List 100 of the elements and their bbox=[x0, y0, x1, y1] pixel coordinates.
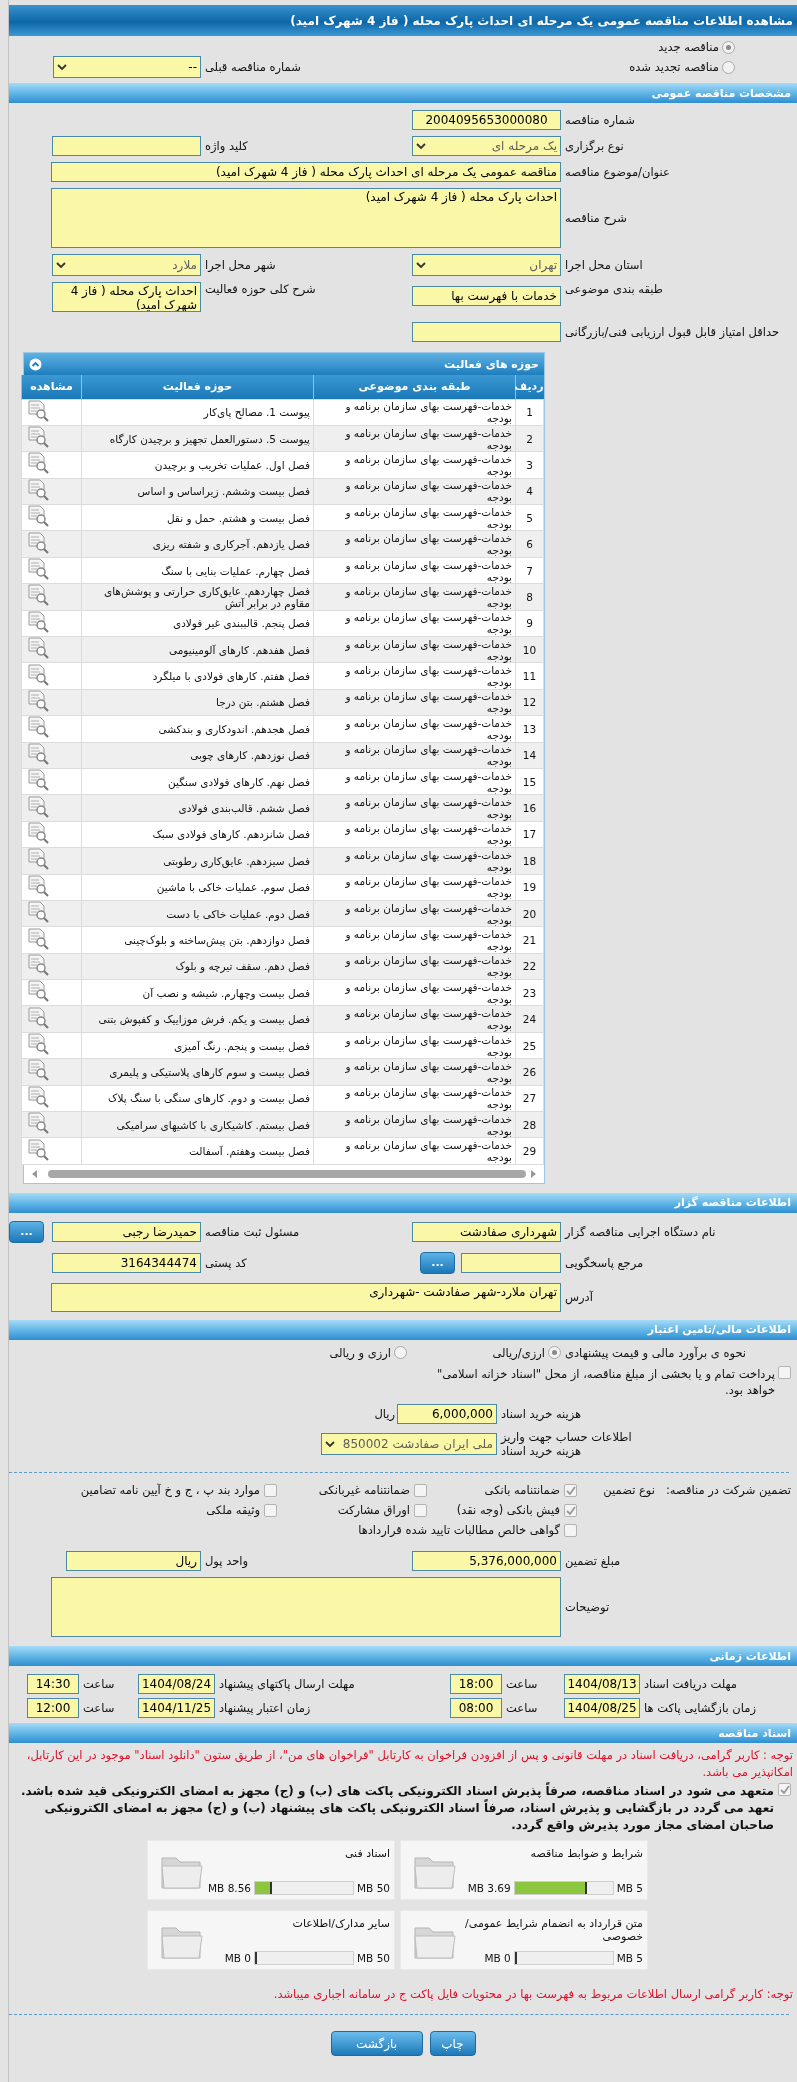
radio-button[interactable] bbox=[722, 40, 735, 54]
checkbox[interactable] bbox=[264, 1483, 277, 1497]
previous-tender-select[interactable]: -- bbox=[53, 56, 201, 78]
table-cell: فصل هشتم. بتن درجا bbox=[81, 689, 314, 716]
postal-code-field[interactable]: 3164344474 bbox=[52, 1252, 201, 1273]
checkbox[interactable] bbox=[778, 1783, 791, 1797]
document-search-icon[interactable] bbox=[26, 927, 50, 950]
field-label: تضمین شرکت در مناقصه: bbox=[665, 1483, 792, 1497]
registrar-field[interactable]: حمیدرضا رجبی bbox=[52, 1221, 201, 1242]
panel-title: حوزه های فعالیت bbox=[444, 357, 539, 371]
document-search-icon[interactable] bbox=[26, 821, 50, 844]
subject-field[interactable]: مناقصه عمومی یک مرحله ای احداث پارک محله ( فاز 4 شهرک امید) bbox=[51, 162, 561, 182]
guarantee-amount-field[interactable]: 5,376,000,000 bbox=[412, 1551, 561, 1571]
table-cell: فصل دوازدهم. بتن پیش‌ساخته و بلوک‌چینی bbox=[81, 926, 314, 954]
document-search-icon[interactable] bbox=[26, 1085, 50, 1108]
section-header: اسناد مناقصه bbox=[9, 1723, 797, 1743]
document-search-icon[interactable] bbox=[26, 795, 50, 818]
document-search-icon[interactable] bbox=[26, 637, 50, 660]
document-search-icon[interactable] bbox=[26, 769, 50, 792]
document-search-icon[interactable] bbox=[26, 690, 50, 712]
document-search-icon[interactable] bbox=[26, 426, 50, 449]
document-search-icon[interactable] bbox=[26, 399, 50, 422]
document-search-icon[interactable] bbox=[26, 1033, 50, 1056]
field-label: طبقه بندی موضوعی bbox=[564, 282, 664, 296]
date-field[interactable]: 1404/08/24 bbox=[138, 1674, 215, 1694]
table-cell: فصل بیست و هشتم. حمل و نقل bbox=[81, 504, 314, 531]
document-search-icon[interactable] bbox=[26, 1112, 50, 1135]
document-fee-field[interactable]: 6,000,000 bbox=[397, 1404, 497, 1424]
table-cell: 29 bbox=[515, 1137, 544, 1165]
time-field[interactable]: 12:00 bbox=[27, 1698, 79, 1718]
document-search-icon[interactable] bbox=[26, 663, 50, 686]
table-cell: فصل بیست و دوم. کارهای سنگی با سنگ پلاک bbox=[81, 1085, 314, 1112]
notice-text: توجه : کاربر گرامی، دریافت اسناد در مهلت قانونی و پس از افزودن فراخوان به کارتابل "فراخوان های من"، از طریق ستون "دانلود اسناد" موجود در این کارتابل، امکانپذیر می باشد. bbox=[25, 1747, 794, 1781]
radio-label: ارزی و ریالی bbox=[329, 1345, 391, 1360]
organization-field[interactable]: شهرداری صفادشت bbox=[412, 1221, 561, 1242]
radio-button[interactable] bbox=[394, 1346, 407, 1360]
document-search-icon[interactable] bbox=[26, 531, 50, 554]
page-title: مشاهده اطلاعات مناقصه عمومی یک مرحله ای احداث پارک محله ( فاز 4 شهرک امید) bbox=[9, 5, 797, 36]
size-limit: 50 MB bbox=[357, 1881, 390, 1894]
checkbox[interactable] bbox=[264, 1503, 277, 1517]
document-search-icon[interactable] bbox=[26, 505, 50, 528]
document-search-icon[interactable] bbox=[26, 901, 50, 924]
document-search-icon[interactable] bbox=[26, 584, 50, 607]
field-label: اطلاعات حساب جهت واریز هزینه خرید اسناد bbox=[499, 1430, 633, 1458]
chevron-down-icon bbox=[416, 142, 426, 150]
document-name: متن قرارداد به انضمام شرایط عمومی/خصوصی bbox=[464, 1916, 643, 1943]
notes-field[interactable] bbox=[51, 1577, 561, 1637]
document-search-icon[interactable] bbox=[26, 1059, 50, 1082]
currency-field[interactable]: ریال bbox=[66, 1551, 201, 1571]
checkbox[interactable] bbox=[414, 1483, 427, 1497]
collapse-icon[interactable] bbox=[29, 357, 42, 371]
document-search-icon[interactable] bbox=[26, 1138, 50, 1161]
action-button[interactable]: چاپ bbox=[429, 2031, 476, 2057]
document-search-icon[interactable] bbox=[26, 980, 50, 1003]
radio-button[interactable] bbox=[722, 60, 735, 74]
table-cell: پیوست 5. دستورالعمل تجهیز و برچیدن کارگاه bbox=[81, 425, 314, 452]
document-search-icon[interactable] bbox=[26, 478, 50, 501]
table-cell: خدمات-فهرست بهای سازمان برنامه و بودجه bbox=[313, 768, 516, 795]
section-header: مشخصات مناقصه عمومی bbox=[9, 83, 797, 103]
document-search-icon[interactable] bbox=[26, 558, 50, 581]
table-cell: 11 bbox=[515, 662, 544, 690]
reference-field[interactable] bbox=[461, 1252, 561, 1273]
document-search-icon[interactable] bbox=[26, 874, 50, 897]
document-search-icon[interactable] bbox=[26, 452, 50, 475]
table-cell: 19 bbox=[515, 874, 544, 901]
document-search-icon[interactable] bbox=[26, 610, 50, 633]
document-search-icon[interactable] bbox=[26, 1006, 50, 1029]
document-search-icon[interactable] bbox=[26, 742, 50, 765]
category-field[interactable]: خدمات با فهرست بها bbox=[412, 286, 561, 306]
table-cell: 13 bbox=[515, 715, 544, 743]
radio-button[interactable] bbox=[548, 1346, 561, 1360]
description-field[interactable]: احداث پارک محله ( فاز 4 شهرک امید) bbox=[51, 188, 561, 248]
date-field[interactable]: 1404/11/25 bbox=[138, 1698, 215, 1718]
table-cell: فصل سوم. عملیات خاکی با ماشین bbox=[81, 874, 314, 901]
browse-button[interactable]: ... bbox=[420, 1251, 455, 1274]
address-field[interactable]: تهران ملارد-شهر صفادشت -شهرداری bbox=[51, 1282, 561, 1312]
document-search-icon[interactable] bbox=[26, 953, 50, 976]
checkbox[interactable] bbox=[414, 1503, 427, 1517]
time-field[interactable]: 18:00 bbox=[450, 1674, 502, 1694]
document-search-icon[interactable] bbox=[26, 716, 50, 739]
checkbox[interactable] bbox=[564, 1523, 577, 1537]
table-cell: خدمات-فهرست بهای سازمان برنامه و بودجه bbox=[313, 1058, 516, 1086]
field-label: شماره مناقصه bbox=[564, 113, 636, 127]
min-score-field[interactable] bbox=[412, 322, 561, 342]
table-cell: فصل بیست و سوم کارهای پلاستیکی و پلیمری bbox=[81, 1058, 314, 1086]
checkbox[interactable] bbox=[564, 1483, 577, 1497]
field-label: شرح مناقصه bbox=[564, 211, 628, 225]
time-field[interactable]: 08:00 bbox=[450, 1698, 502, 1718]
table-cell: 8 bbox=[515, 583, 544, 611]
tender-number-field[interactable]: 2004095653000080 bbox=[412, 110, 561, 130]
date-field[interactable]: 1404/08/25 bbox=[564, 1698, 640, 1718]
field-label: شهر محل اجرا bbox=[204, 258, 277, 272]
chevron-down-icon bbox=[57, 63, 67, 71]
checkbox[interactable] bbox=[564, 1503, 577, 1517]
browse-button[interactable]: ... bbox=[9, 1220, 44, 1243]
keyword-field[interactable] bbox=[52, 136, 201, 156]
time-field[interactable]: 14:30 bbox=[27, 1674, 79, 1694]
document-search-icon[interactable] bbox=[26, 848, 50, 871]
date-field[interactable]: 1404/08/13 bbox=[564, 1674, 640, 1694]
checkbox[interactable] bbox=[778, 1365, 791, 1379]
